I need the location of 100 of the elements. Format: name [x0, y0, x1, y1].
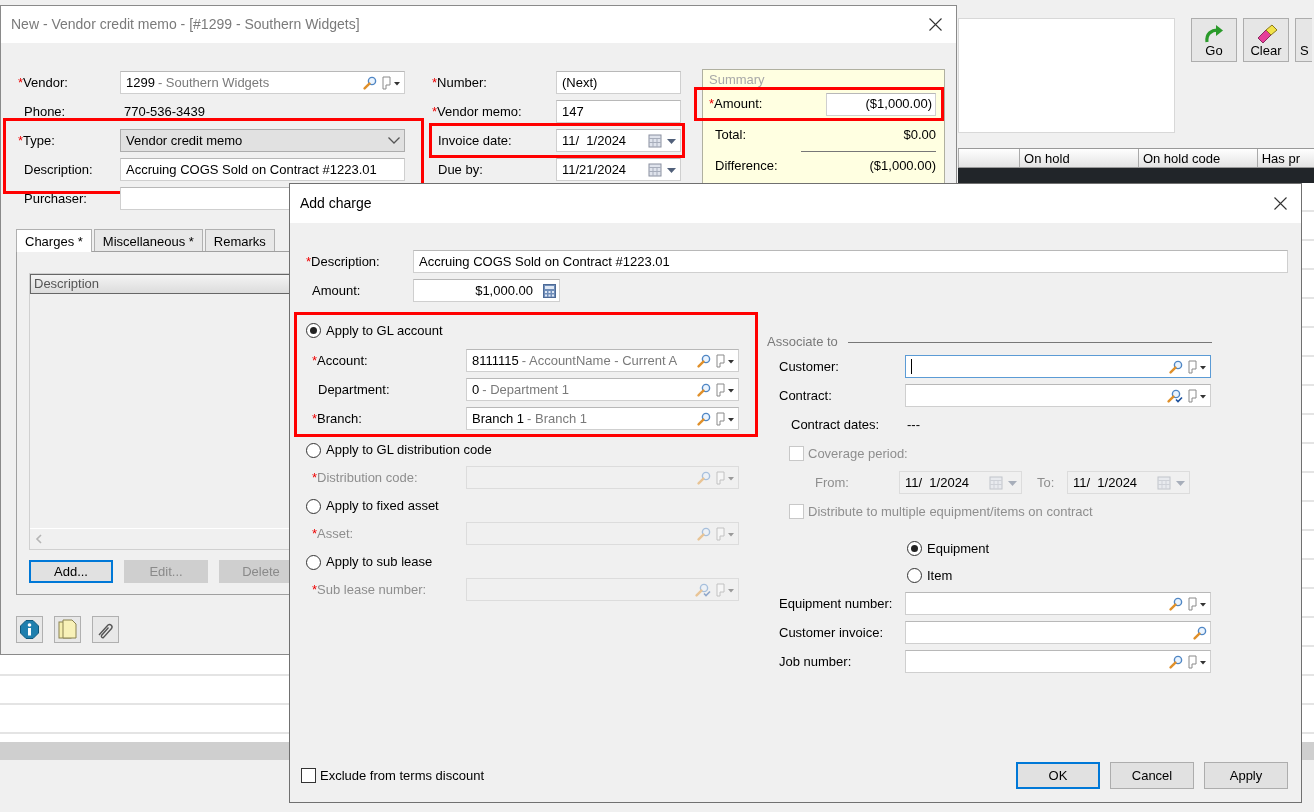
lookup-field[interactable]: [905, 384, 1211, 407]
radio-label[interactable]: Item: [927, 565, 953, 586]
text-field[interactable]: (Next): [556, 71, 681, 94]
icon-button[interactable]: [92, 616, 119, 643]
lookup-field[interactable]: 1299 - Southern Widgets: [120, 71, 405, 94]
date-field[interactable]: 11/21/2024: [556, 158, 681, 181]
flag-dropdown-icon[interactable]: [1187, 654, 1207, 669]
checkbox[interactable]: [301, 768, 316, 783]
flag-dropdown-icon[interactable]: [1187, 388, 1207, 403]
search-icon[interactable]: [697, 382, 711, 397]
field-label: Equipment number:: [778, 595, 893, 611]
radio-button[interactable]: [306, 323, 321, 338]
text-field[interactable]: Accruing COGS Sold on Contract #1223.01: [120, 158, 405, 181]
field-label: *Amount:: [709, 95, 763, 114]
radio-label[interactable]: Apply to GL distribution code: [326, 440, 492, 460]
toolbar-button[interactable]: S: [1295, 18, 1312, 62]
field-value: ($1,000.00): [869, 157, 936, 176]
dates-value: ---: [906, 415, 920, 434]
tab[interactable]: Remarks: [204, 229, 275, 251]
field-label: *Sub lease number:: [312, 581, 427, 597]
column-header[interactable]: Has pr: [1256, 149, 1314, 167]
lookup-field[interactable]: [905, 592, 1211, 615]
field-label: Phone:: [23, 103, 66, 119]
radio-label[interactable]: Apply to fixed asset: [326, 496, 439, 516]
field-label: *Description:: [306, 253, 380, 269]
close-icon[interactable]: [929, 18, 942, 31]
button[interactable]: OK: [1016, 762, 1100, 789]
field-label: Contract dates:: [791, 416, 880, 432]
window-title: New - Vendor credit memo - [#1299 - Southern Widgets]: [11, 15, 360, 34]
field-label: Job number:: [778, 653, 852, 669]
flag-dropdown-icon[interactable]: [715, 411, 735, 426]
tab[interactable]: Charges *: [16, 229, 92, 252]
chevron-down-icon[interactable]: [387, 136, 401, 145]
flag-dropdown-icon[interactable]: [1187, 359, 1207, 374]
flag-dropdown-icon[interactable]: [1187, 596, 1207, 611]
close-icon[interactable]: [1274, 197, 1287, 210]
column-header[interactable]: On hold: [1019, 149, 1138, 167]
tab[interactable]: Miscellaneous *: [93, 229, 203, 251]
field-label: *Account:: [312, 352, 368, 368]
toolbar-button[interactable]: Clear: [1243, 18, 1289, 62]
field-label: Department:: [317, 381, 390, 397]
amount-field[interactable]: $1,000.00: [413, 279, 560, 302]
field-label: Customer:: [778, 358, 839, 374]
flag-dropdown-icon[interactable]: [715, 353, 735, 368]
calculator-icon[interactable]: [543, 283, 556, 298]
field-label: Contract:: [778, 387, 832, 403]
column-header[interactable]: On hold code: [1137, 149, 1257, 167]
text-field[interactable]: 147: [556, 100, 681, 123]
flag-dropdown-icon[interactable]: [381, 75, 401, 90]
lookup-field[interactable]: 8111115 - AccountName - Current A: [466, 349, 739, 372]
search-icon[interactable]: [697, 353, 711, 368]
field-value: $0.00: [903, 126, 936, 145]
icon-button[interactable]: [16, 616, 43, 643]
search-icon[interactable]: [1167, 388, 1183, 403]
radio-button[interactable]: [306, 554, 321, 570]
search-icon[interactable]: [1169, 359, 1183, 374]
text-field[interactable]: Accruing COGS Sold on Contract #1223.01: [413, 250, 1288, 273]
radio-label[interactable]: Apply to sub lease: [326, 552, 433, 572]
date-field[interactable]: 11/ 1/2024: [556, 129, 681, 152]
radio-label[interactable]: Equipment: [927, 538, 990, 559]
dropdown[interactable]: Vendor credit memo: [120, 129, 405, 152]
field-label: Invoice date:: [437, 132, 512, 148]
lookup-field[interactable]: [905, 355, 1211, 378]
button[interactable]: Cancel: [1110, 762, 1194, 789]
section-title: Associate to: [767, 333, 838, 352]
search-icon[interactable]: [363, 75, 377, 90]
field-value: 770-536-3439: [123, 102, 205, 121]
lookup-field[interactable]: Branch 1 - Branch 1: [466, 407, 739, 430]
caret-icon[interactable]: [666, 136, 677, 145]
caret-icon[interactable]: [666, 165, 677, 174]
amount-field[interactable]: ($1,000.00): [826, 92, 936, 116]
field-label: Purchaser:: [23, 190, 87, 206]
radio-button[interactable]: [306, 498, 321, 514]
eraser-icon: [1255, 23, 1277, 44]
lookup-field[interactable]: 0 - Department 1: [466, 378, 739, 401]
arrow-icon: [1203, 23, 1225, 44]
radio-button[interactable]: [907, 541, 922, 556]
toolbar-button[interactable]: Go: [1191, 18, 1237, 62]
radio-button[interactable]: [907, 568, 922, 583]
field-label: Difference:: [714, 157, 778, 176]
field-label: Due by:: [437, 161, 483, 177]
field-label: Description:: [23, 161, 93, 177]
info-icon: [20, 620, 39, 639]
field-label: To:: [1037, 474, 1055, 490]
field-label: *Type:: [18, 132, 55, 148]
radio-label[interactable]: Apply to GL account: [326, 320, 443, 341]
search-icon[interactable]: [697, 411, 711, 426]
radio-button[interactable]: [306, 442, 321, 458]
button[interactable]: Add...: [29, 560, 113, 583]
search-icon[interactable]: [1169, 596, 1183, 611]
search-icon[interactable]: [1169, 654, 1183, 669]
flag-dropdown-icon[interactable]: [715, 382, 735, 397]
checkbox-label[interactable]: Exclude from terms discount: [320, 765, 484, 786]
button[interactable]: Apply: [1204, 762, 1288, 789]
search-field[interactable]: [905, 621, 1211, 644]
document-icon: [58, 619, 77, 640]
text-cursor: [911, 359, 912, 374]
lookup-field[interactable]: [905, 650, 1211, 673]
search-icon[interactable]: [1193, 625, 1207, 640]
field-label: *Asset:: [312, 525, 354, 541]
